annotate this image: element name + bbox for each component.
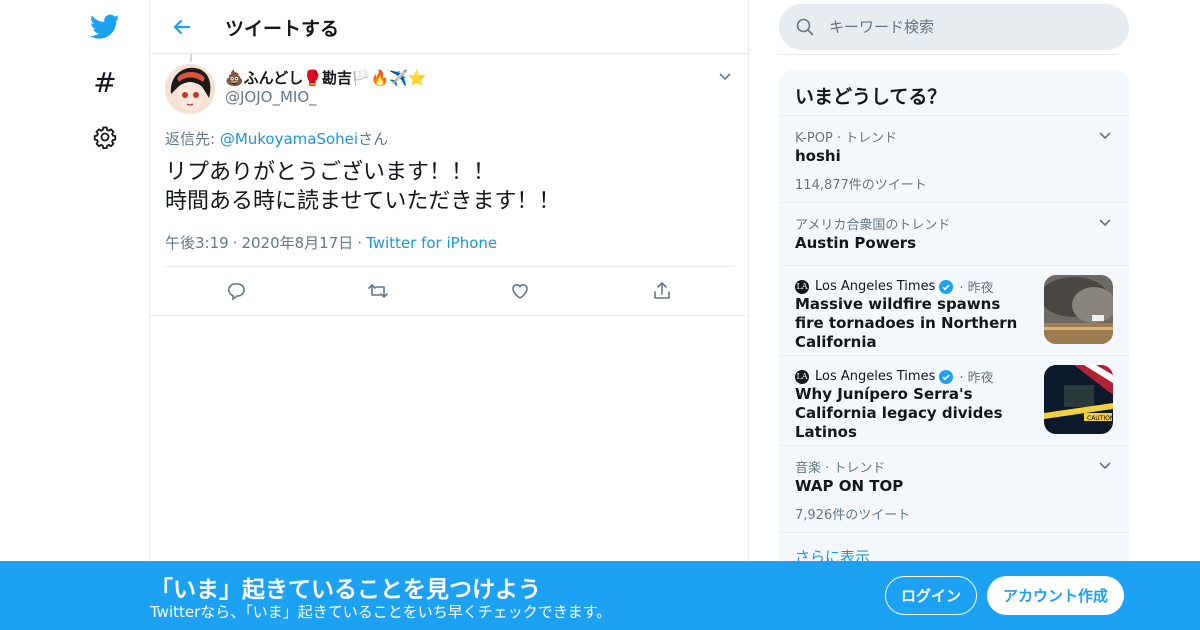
trend-count: 114,877件のツイート [795, 178, 927, 193]
verified-badge-icon [939, 279, 954, 294]
divider [779, 54, 1119, 55]
tweet-source-link[interactable]: Twitter for iPhone [366, 234, 497, 252]
banner-subtitle: Twitterなら、「いま」起きていることをいち早くチェックできます。 [150, 603, 612, 621]
back-arrow-icon[interactable] [168, 13, 196, 41]
banner-title: 「いま」起きていることを見つけよう [150, 577, 541, 603]
tweet-text-line: リプありがとうございます！！！ [165, 160, 496, 185]
trends-title: いまどうしてる？ [795, 86, 947, 108]
news-source-row: LA Los Angeles Times · 昨夜 [795, 277, 994, 296]
avatar[interactable] [165, 64, 215, 114]
display-name[interactable]: 💩ふんどし🥊勘吉🏳️🔥✈️⭐ [225, 67, 427, 88]
search-input[interactable] [829, 4, 1109, 50]
news-headline[interactable]: Massive wildfire spawns fire tornadoes i… [795, 295, 1025, 352]
news-source: Los Angeles Times [815, 279, 936, 294]
news-thumbnail[interactable] [1044, 275, 1113, 344]
svg-text:CAUTION: CAUTION [1087, 415, 1113, 422]
login-button[interactable]: ログイン [885, 576, 977, 615]
trend-item[interactable]: K-POP · トレンド hoshi 114,877件のツイート [779, 115, 1129, 202]
page-title: ツイートする [225, 18, 340, 40]
trend-item[interactable]: アメリカ合衆国のトレンド Austin Powers [779, 202, 1129, 265]
reply-suffix: さん [358, 130, 389, 148]
verified-badge-icon [939, 369, 954, 384]
trend-context: アメリカ合衆国のトレンド [795, 218, 951, 233]
news-time: · 昨夜 [959, 371, 994, 386]
twitter-bird-icon[interactable] [90, 12, 120, 42]
tweet-actions [165, 267, 735, 315]
divider [779, 532, 1129, 533]
news-time: · 昨夜 [959, 281, 994, 296]
trend-name[interactable]: hoshi [795, 147, 841, 165]
left-nav: # [0, 0, 149, 630]
retweet-icon[interactable] [366, 279, 390, 303]
divider [150, 315, 748, 316]
page-header: ツイートする [150, 0, 748, 54]
news-item[interactable]: LA Los Angeles Times · 昨夜 Massive wildfi… [779, 265, 1129, 355]
news-source-row: LA Los Angeles Times · 昨夜 [795, 367, 994, 386]
trend-name[interactable]: WAP ON TOP [795, 477, 903, 495]
chevron-down-icon[interactable] [1097, 457, 1113, 473]
signup-banner: 「いま」起きていることを見つけよう Twitterなら、「いま」起きていることを… [0, 561, 1200, 630]
trend-context: 音楽 · トレンド [795, 461, 886, 476]
la-times-logo-icon: LA [795, 369, 809, 384]
tweet-time[interactable]: 午後3:19 [165, 234, 229, 252]
search-box[interactable] [779, 4, 1129, 50]
trends-panel: いまどうしてる？ K-POP · トレンド hoshi 114,877件のツイー… [779, 70, 1129, 570]
signup-button[interactable]: アカウント作成 [987, 576, 1124, 615]
hashtag-icon[interactable]: # [90, 66, 120, 99]
news-item[interactable]: LA Los Angeles Times · 昨夜 Why Junípero S… [779, 355, 1129, 445]
tweet-meta: 午後3:19 · 2020年8月17日 · Twitter for iPhone [165, 234, 498, 252]
la-times-logo-icon: LA [795, 279, 809, 294]
news-source: Los Angeles Times [815, 369, 936, 384]
tweet-text-line: 時間ある時に読ませていただきます！！ [165, 189, 561, 214]
gear-icon[interactable] [90, 122, 120, 152]
news-headline[interactable]: Why Junípero Serra's California legacy d… [795, 385, 1025, 442]
tweet-text: リプありがとうございます！！！ 時間ある時に読ませていただきます！！ [165, 158, 735, 216]
trend-item[interactable]: 音楽 · トレンド WAP ON TOP 7,926件のツイート [779, 445, 1129, 532]
trend-name[interactable]: Austin Powers [795, 234, 916, 252]
reply-to: 返信先: @MukoyamaSoheiさん [165, 128, 388, 149]
heart-icon[interactable] [508, 279, 532, 303]
share-icon[interactable] [650, 279, 674, 303]
reply-prefix: 返信先: [165, 130, 220, 148]
reply-user-link[interactable]: @MukoyamaSohei [220, 130, 358, 148]
news-thumbnail[interactable]: CAUTION [1044, 365, 1113, 434]
chevron-down-icon[interactable] [717, 68, 733, 84]
search-icon [795, 17, 815, 37]
reply-icon[interactable] [224, 279, 248, 303]
thread-line [190, 54, 192, 62]
tweet-date[interactable]: 2020年8月17日 [241, 234, 353, 252]
main-column: ツイートする 💩ふんどし🥊勘吉🏳️🔥✈️⭐ @JOJO_MIO_ 返信先: @M… [149, 0, 749, 630]
trend-context: K-POP · トレンド [795, 131, 898, 146]
trend-count: 7,926件のツイート [795, 508, 911, 523]
chevron-down-icon[interactable] [1097, 127, 1113, 143]
user-handle[interactable]: @JOJO_MIO_ [225, 88, 317, 106]
chevron-down-icon[interactable] [1097, 214, 1113, 230]
